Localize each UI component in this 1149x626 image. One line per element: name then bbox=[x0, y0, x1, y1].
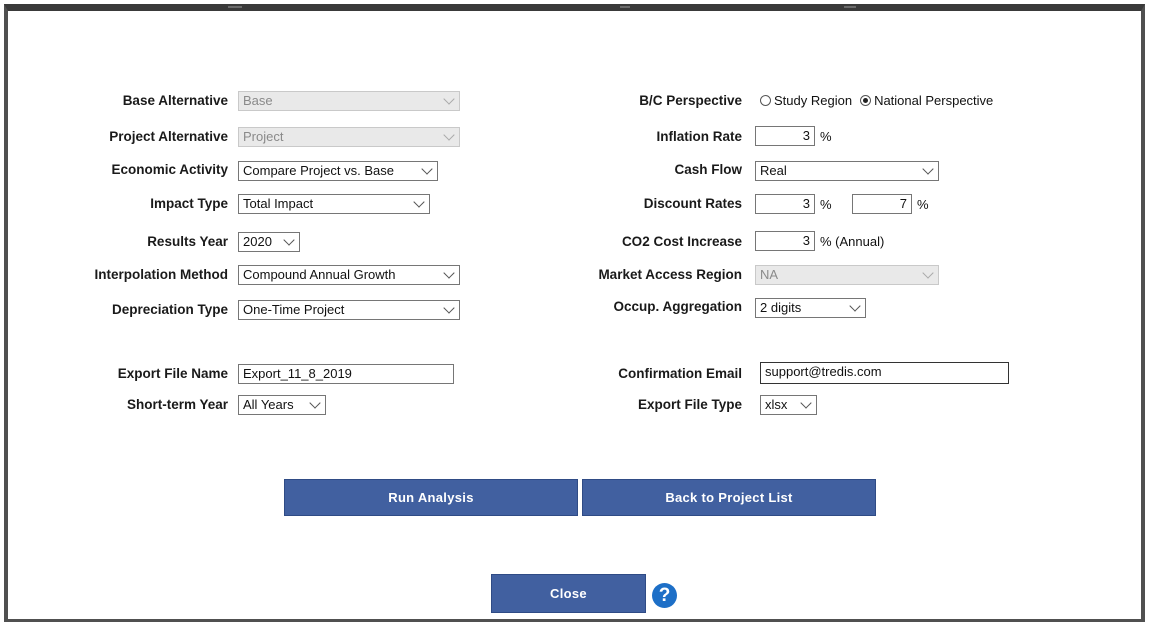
close-button[interactable]: Close bbox=[491, 574, 646, 613]
bc-perspective-label: B/C Perspective bbox=[639, 93, 742, 108]
project-alternative-label: Project Alternative bbox=[109, 129, 228, 144]
interpolation-method-select[interactable]: Compound Annual Growth bbox=[238, 265, 460, 285]
chevron-down-icon bbox=[283, 234, 295, 246]
chevron-down-icon bbox=[922, 163, 934, 175]
depreciation-type-select[interactable]: One-Time Project bbox=[238, 300, 460, 320]
cash-flow-label: Cash Flow bbox=[674, 162, 742, 177]
cash-flow-select[interactable]: Real bbox=[755, 161, 939, 181]
market-access-region-label: Market Access Region bbox=[598, 267, 742, 282]
chevron-down-icon bbox=[849, 300, 861, 312]
confirmation-email-input[interactable]: support@tredis.com bbox=[760, 362, 1009, 384]
study-region-radio[interactable] bbox=[760, 95, 771, 106]
market-access-region-value: NA bbox=[760, 267, 779, 282]
study-region-radio-label[interactable]: Study Region bbox=[774, 93, 852, 108]
co2-cost-increase-label: CO2 Cost Increase bbox=[621, 234, 742, 249]
base-alternative-select[interactable]: Base bbox=[238, 91, 460, 111]
export-file-type-select[interactable]: xlsx bbox=[760, 395, 817, 415]
interpolation-method-value: Compound Annual Growth bbox=[243, 267, 396, 282]
inflation-rate-label: Inflation Rate bbox=[656, 129, 742, 144]
frame-top-mark bbox=[228, 6, 242, 8]
discount-rates-label: Discount Rates bbox=[643, 196, 742, 211]
national-perspective-radio-label[interactable]: National Perspective bbox=[874, 93, 993, 108]
discount-rate-1-input[interactable]: 3 bbox=[755, 194, 815, 214]
chevron-down-icon bbox=[443, 129, 455, 141]
base-alternative-value: Base bbox=[243, 93, 273, 108]
impact-type-label: Impact Type bbox=[150, 196, 228, 211]
national-perspective-radio[interactable] bbox=[860, 95, 872, 106]
occup-aggregation-value: 2 digits bbox=[760, 300, 802, 315]
discount-rate-2-unit: % bbox=[917, 197, 929, 212]
results-year-value: 2020 bbox=[243, 234, 272, 249]
bc-perspective-radio-group: Study Region National Perspective bbox=[760, 93, 1001, 108]
chevron-down-icon bbox=[922, 267, 934, 279]
discount-rate-1-unit: % bbox=[820, 197, 832, 212]
impact-type-select[interactable]: Total Impact bbox=[238, 194, 430, 214]
depreciation-type-value: One-Time Project bbox=[243, 302, 345, 317]
frame-top-mark bbox=[620, 6, 630, 8]
market-access-region-select[interactable]: NA bbox=[755, 265, 939, 285]
chevron-down-icon bbox=[421, 163, 433, 175]
chevron-down-icon bbox=[413, 196, 425, 208]
results-year-label: Results Year bbox=[147, 234, 228, 249]
project-alternative-select[interactable]: Project bbox=[238, 127, 460, 147]
impact-type-value: Total Impact bbox=[243, 196, 314, 211]
cash-flow-value: Real bbox=[760, 163, 787, 178]
co2-cost-increase-unit: % (Annual) bbox=[820, 234, 885, 249]
economic-activity-label: Economic Activity bbox=[111, 162, 228, 177]
export-file-name-input[interactable]: Export_11_8_2019 bbox=[238, 364, 454, 384]
export-file-type-label: Export File Type bbox=[637, 397, 742, 412]
occup-aggregation-label: Occup. Aggregation bbox=[613, 299, 742, 314]
run-analysis-button[interactable]: Run Analysis bbox=[284, 479, 578, 516]
back-to-project-list-button[interactable]: Back to Project List bbox=[582, 479, 876, 516]
results-year-select[interactable]: 2020 bbox=[238, 232, 300, 252]
inflation-rate-input[interactable]: 3 bbox=[755, 126, 815, 146]
chevron-down-icon bbox=[443, 267, 455, 279]
help-icon[interactable]: ? bbox=[652, 583, 677, 608]
inflation-rate-unit: % bbox=[820, 129, 832, 144]
chevron-down-icon bbox=[800, 397, 812, 409]
economic-activity-select[interactable]: Compare Project vs. Base bbox=[238, 161, 438, 181]
short-term-year-select[interactable]: All Years bbox=[238, 395, 326, 415]
base-alternative-label: Base Alternative bbox=[122, 93, 228, 108]
short-term-year-value: All Years bbox=[243, 397, 294, 412]
co2-cost-increase-input[interactable]: 3 bbox=[755, 231, 815, 251]
frame-top-mark bbox=[844, 6, 856, 8]
confirmation-email-label: Confirmation Email bbox=[618, 366, 742, 381]
chevron-down-icon bbox=[443, 93, 455, 105]
project-alternative-value: Project bbox=[243, 129, 284, 144]
occup-aggregation-select[interactable]: 2 digits bbox=[755, 298, 866, 318]
export-file-type-value: xlsx bbox=[765, 397, 788, 412]
short-term-year-label: Short-term Year bbox=[126, 397, 228, 412]
chevron-down-icon bbox=[309, 397, 321, 409]
export-file-name-label: Export File Name bbox=[117, 366, 228, 381]
economic-activity-value: Compare Project vs. Base bbox=[243, 163, 395, 178]
interpolation-method-label: Interpolation Method bbox=[94, 267, 228, 282]
chevron-down-icon bbox=[443, 302, 455, 314]
discount-rate-2-input[interactable]: 7 bbox=[852, 194, 912, 214]
depreciation-type-label: Depreciation Type bbox=[111, 302, 228, 317]
